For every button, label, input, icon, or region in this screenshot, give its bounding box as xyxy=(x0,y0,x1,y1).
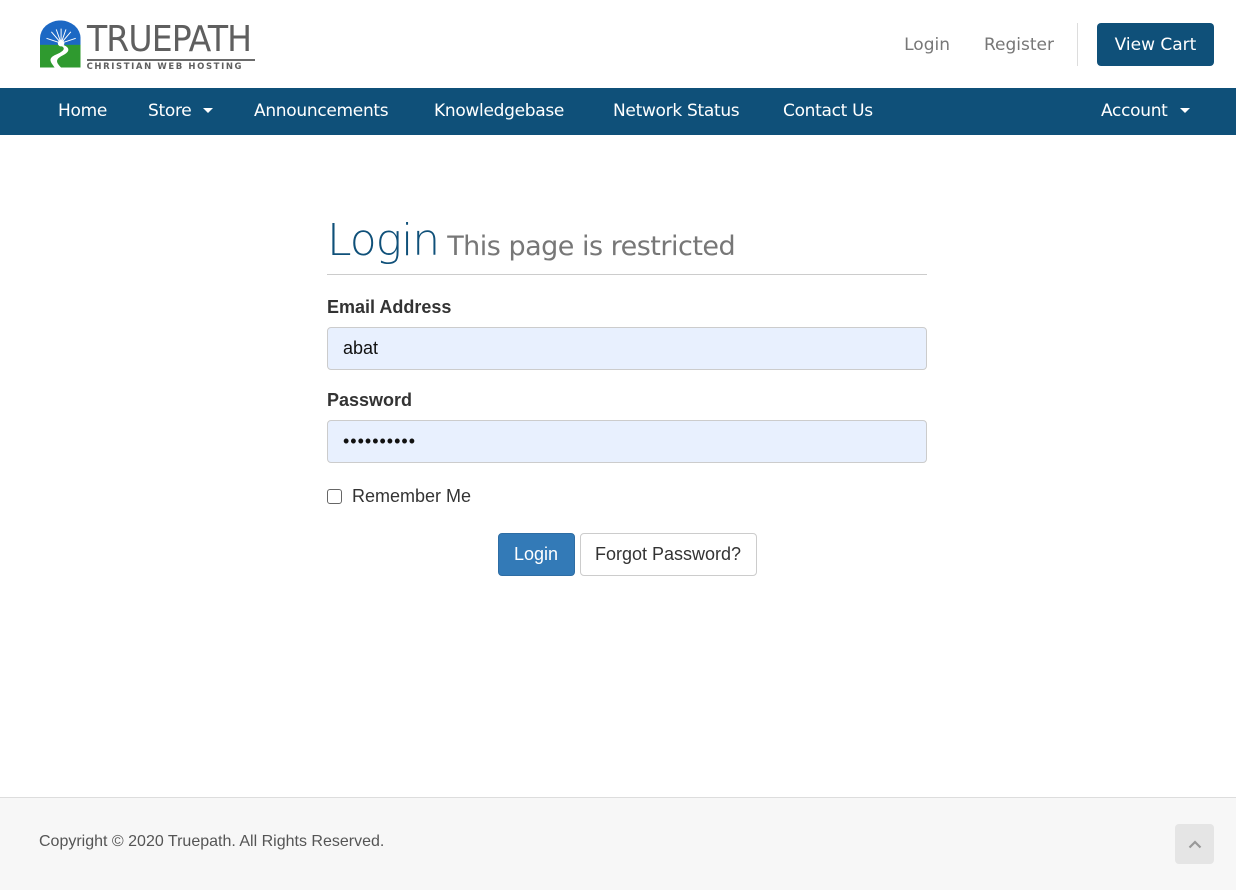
nav-item-store[interactable]: Store xyxy=(148,88,214,135)
main-content: Login This page is restricted Email Addre… xyxy=(0,135,1236,797)
forgot-password-button[interactable]: Forgot Password? xyxy=(579,533,757,576)
nav-item-announcements[interactable]: Announcements xyxy=(254,88,389,135)
top-register-link[interactable]: Register xyxy=(984,35,1054,55)
caret-down-icon xyxy=(1179,107,1190,113)
nav-item-network-status[interactable]: Network Status xyxy=(613,88,740,135)
footer: Copyright © 2020 Truepath. All Rights Re… xyxy=(0,797,1236,890)
nav-item-label: Account xyxy=(1101,101,1168,121)
password-field[interactable] xyxy=(327,420,927,463)
nav-item-contact-us[interactable]: Contact Us xyxy=(783,88,873,135)
page-title-subtitle: This page is restricted xyxy=(447,231,736,262)
nav-item-label: Announcements xyxy=(254,101,389,121)
remember-me-label: Remember Me xyxy=(352,486,472,506)
email-label: Email Address xyxy=(327,297,452,317)
login-form: Login This page is restricted Email Addre… xyxy=(327,215,927,576)
top-login-link[interactable]: Login xyxy=(904,35,950,55)
page-title: Login This page is restricted xyxy=(327,215,927,275)
nav-item-label: Home xyxy=(58,101,108,121)
nav-item-account[interactable]: Account xyxy=(1101,88,1190,135)
chevron-up-icon xyxy=(1188,839,1201,848)
copyright-text: Copyright © 2020 Truepath. All Rights Re… xyxy=(39,833,385,850)
view-cart-button[interactable]: View Cart xyxy=(1097,23,1214,66)
nav-item-knowledgebase[interactable]: Knowledgebase xyxy=(434,88,564,135)
remember-me-checkbox[interactable] xyxy=(327,489,342,504)
form-actions: Login Forgot Password? xyxy=(327,533,927,576)
email-field[interactable] xyxy=(327,327,927,370)
nav-item-label: Store xyxy=(148,101,192,121)
password-label: Password xyxy=(327,390,413,410)
caret-down-icon xyxy=(203,107,214,113)
main-navbar: Home Store Announcements Knowledgebase N… xyxy=(0,88,1236,135)
nav-item-label: Network Status xyxy=(613,101,740,121)
header-divider xyxy=(1077,23,1078,66)
logo[interactable]: TRUEPATH CHRISTIAN WEB HOSTING xyxy=(40,15,265,75)
login-button[interactable]: Login xyxy=(497,533,575,576)
remember-me[interactable]: Remember Me xyxy=(327,486,927,507)
logo-path-icon xyxy=(40,20,81,68)
page-title-main: Login xyxy=(327,215,440,266)
top-links: Login Register View Cart xyxy=(904,23,1214,66)
nav-item-label: Contact Us xyxy=(783,101,873,121)
header: TRUEPATH CHRISTIAN WEB HOSTING Login Reg… xyxy=(0,0,1236,88)
nav-item-label: Knowledgebase xyxy=(434,101,565,121)
logo-title: TRUEPATH xyxy=(86,19,252,60)
back-to-top-button[interactable] xyxy=(1175,824,1214,864)
logo-subtitle: CHRISTIAN WEB HOSTING xyxy=(86,62,244,72)
nav-item-home[interactable]: Home xyxy=(58,88,107,135)
